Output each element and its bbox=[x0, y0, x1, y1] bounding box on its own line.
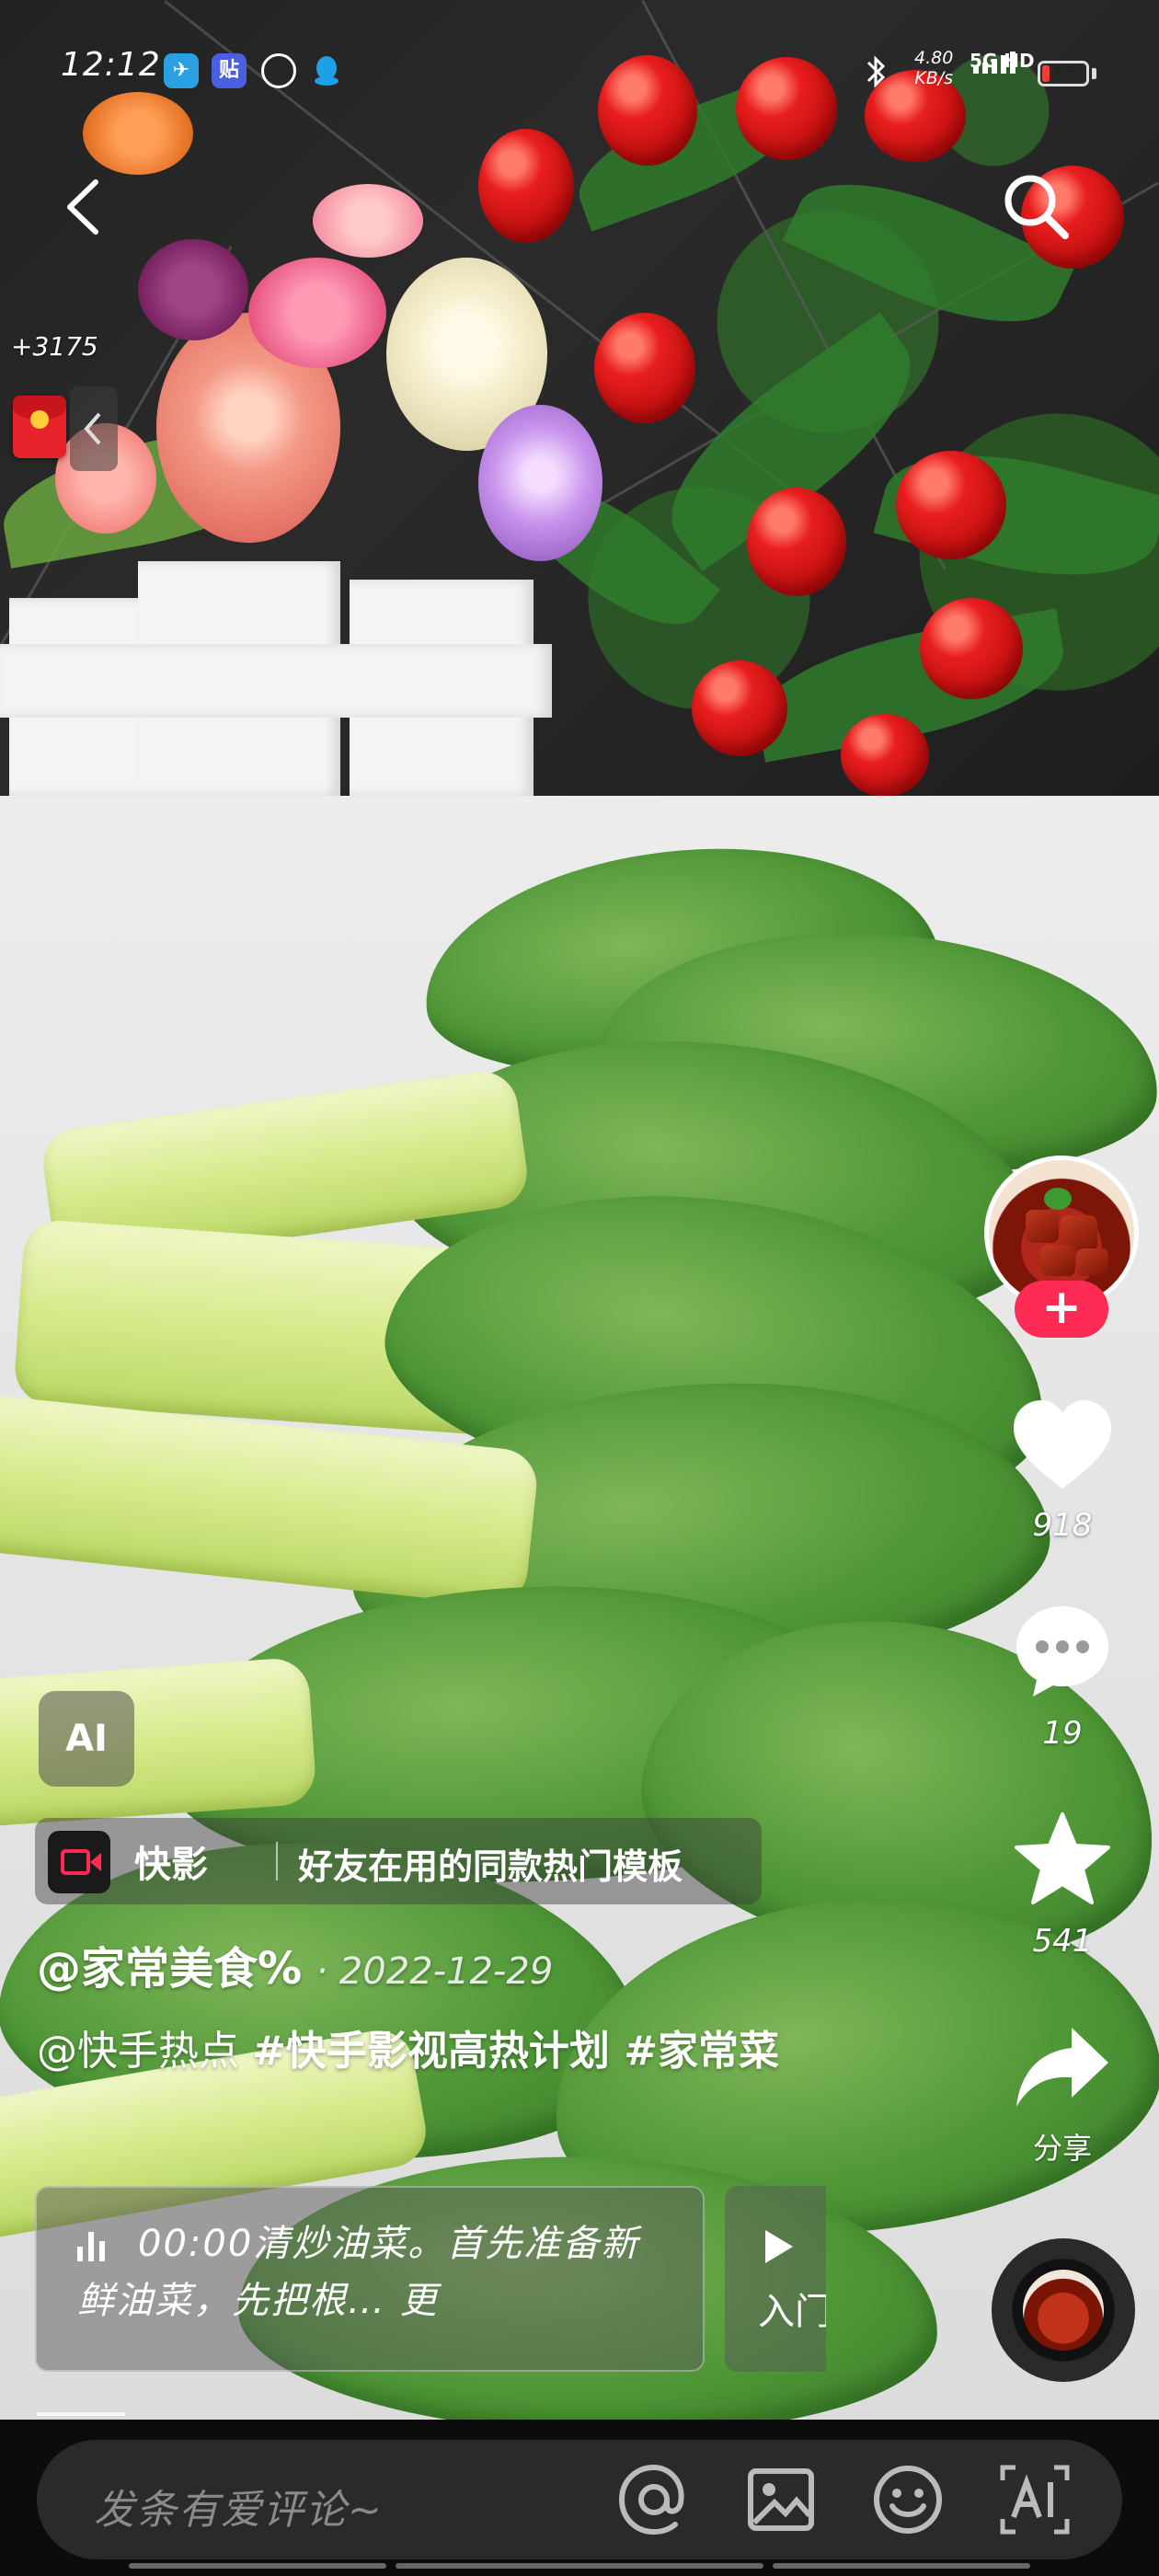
search-button[interactable] bbox=[999, 169, 1073, 243]
status-time: 12:12 bbox=[61, 46, 161, 84]
plus-icon: + bbox=[1041, 1280, 1082, 1335]
follow-button[interactable]: + bbox=[1015, 1281, 1108, 1338]
star-icon bbox=[1015, 1812, 1110, 1904]
chapter-card[interactable]: 00:00清炒油菜。首先准备新鲜油菜，先把根… 更 bbox=[35, 2186, 705, 2372]
search-icon bbox=[1004, 175, 1069, 239]
comment-input[interactable]: 发条有爱评论~ bbox=[37, 2440, 1122, 2559]
share-label: 分享 bbox=[1032, 2131, 1092, 2166]
red-packet-count: +3175 bbox=[11, 331, 98, 362]
author-line: @家常美食% · 2022-12-29 bbox=[37, 1932, 553, 1996]
mention-button[interactable] bbox=[616, 2462, 692, 2537]
template-banner-text: 好友在用的同款热门模板 bbox=[298, 1846, 683, 1887]
template-banner[interactable]: 快影 好友在用的同款热门模板 bbox=[35, 1818, 762, 1904]
smiley-icon bbox=[874, 2466, 942, 2534]
comment-bar: 发条有爱评论~ bbox=[0, 2420, 1159, 2576]
video-progress-bar[interactable] bbox=[37, 2412, 125, 2416]
emoji-button[interactable] bbox=[870, 2462, 946, 2537]
telegram-icon: ✈ bbox=[164, 53, 199, 88]
play-icon bbox=[765, 2230, 793, 2263]
red-envelope-icon[interactable] bbox=[13, 396, 66, 458]
ai-badge[interactable]: AI bbox=[39, 1691, 134, 1787]
author-name[interactable]: @家常美食% bbox=[37, 1943, 302, 1995]
chapter-text: 00:00清炒油菜。首先准备新鲜油菜，先把根… 更 bbox=[77, 2223, 640, 2322]
share-arrow-icon bbox=[1016, 2028, 1108, 2107]
post-caption: @快手热点 #快手影视高热计划 #家常菜 bbox=[37, 2020, 809, 2083]
home-indicator bbox=[0, 2563, 1159, 2570]
network-speed: 4.80 KB/s bbox=[914, 48, 954, 88]
kuaiying-app-icon bbox=[48, 1831, 110, 1893]
ai-icon bbox=[1000, 2465, 1070, 2535]
comment-button[interactable]: 19 bbox=[1003, 1601, 1122, 1752]
like-button[interactable]: 918 bbox=[1003, 1397, 1122, 1544]
back-button[interactable] bbox=[57, 175, 112, 239]
app-icon bbox=[261, 53, 296, 88]
comment-count: 19 bbox=[1042, 1715, 1083, 1752]
at-icon bbox=[618, 2464, 684, 2536]
next-chapter-label: 入门 bbox=[758, 2291, 826, 2333]
image-button[interactable] bbox=[743, 2462, 819, 2537]
image-icon bbox=[748, 2468, 814, 2531]
caption-mention[interactable]: @快手热点 bbox=[37, 2028, 252, 2075]
caption-hashtag[interactable]: #家常菜 bbox=[610, 2028, 779, 2075]
caption-hashtag[interactable]: #快手影视高热计划 bbox=[252, 2028, 610, 2075]
chevron-left-icon bbox=[84, 412, 101, 445]
bluetooth-icon bbox=[865, 53, 889, 94]
chevron-left-icon bbox=[67, 179, 98, 235]
heart-icon bbox=[1014, 1400, 1111, 1489]
post-date: · 2022-12-29 bbox=[316, 1950, 554, 1993]
tieba-icon: 贴 bbox=[212, 53, 247, 88]
comment-bubble-icon bbox=[1016, 1606, 1108, 1696]
status-bar: 12:12 ✈ 贴 4.80 KB/s 5G HD 15 bbox=[0, 37, 1159, 110]
comment-placeholder: 发条有爱评论~ bbox=[94, 2487, 384, 2534]
video-scene-flowers-tomatoes bbox=[0, 0, 1159, 797]
music-disc[interactable] bbox=[992, 2238, 1135, 2382]
red-packet-collapse-button[interactable] bbox=[70, 386, 118, 471]
music-cover bbox=[1023, 2270, 1104, 2351]
share-button[interactable]: 分享 bbox=[1003, 2020, 1122, 2168]
signal-icon bbox=[971, 37, 1027, 92]
video-scene-bok-choy bbox=[0, 796, 1159, 2420]
favorite-count: 541 bbox=[1032, 1923, 1093, 1960]
battery-icon: 15 bbox=[1038, 61, 1089, 86]
divider bbox=[276, 1842, 278, 1880]
next-chapter-card[interactable]: 入门 bbox=[725, 2186, 826, 2372]
like-count: 918 bbox=[1032, 1507, 1093, 1544]
favorite-button[interactable]: 541 bbox=[1003, 1811, 1122, 1960]
qq-icon bbox=[309, 53, 344, 88]
template-app-name: 快影 bbox=[134, 1844, 208, 1886]
ai-assist-button[interactable] bbox=[997, 2462, 1073, 2537]
